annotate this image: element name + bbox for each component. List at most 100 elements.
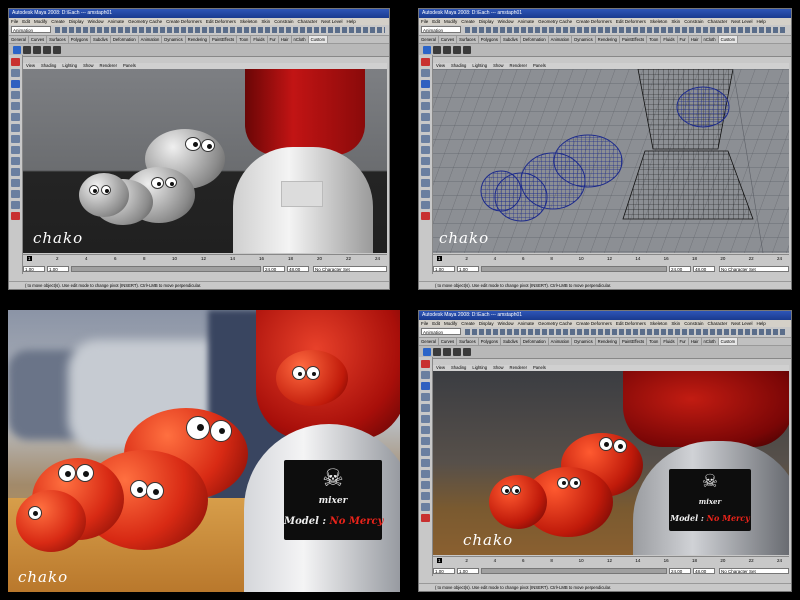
mode-select[interactable]: Animation [421,26,461,33]
menu-help[interactable]: Help [756,321,765,326]
shelf-tab-custom[interactable]: Custom [718,36,739,43]
shelf-tab-fur[interactable]: Fur [268,36,279,43]
object-icon[interactable] [433,46,441,54]
shelf-tab-custom[interactable]: Custom [308,36,329,43]
menu-constrain[interactable]: Constrain [684,19,703,24]
shelf-tab-subdivs[interactable]: Subdivs [91,36,111,43]
panel-menu-renderer[interactable]: Renderer [100,63,117,68]
move-tool-icon[interactable] [421,382,430,390]
menu-modify[interactable]: Modify [444,321,457,326]
menu-display[interactable]: Display [479,321,494,326]
manipulator-icon[interactable] [11,113,20,121]
shelf-tab-toon[interactable]: Toon [647,338,662,345]
layout-icon[interactable] [421,448,430,456]
range-start-inner-field[interactable]: 1.00 [47,266,69,272]
shelf-tab-polygons[interactable]: Polygons [69,36,91,43]
menu-character[interactable]: Character [707,321,727,326]
panel-menu-panels[interactable]: Panels [533,63,546,68]
character-set-select[interactable]: No Character Set [313,266,387,272]
panel-menu-show[interactable]: Show [83,63,93,68]
menu-next-level[interactable]: Next Level [731,19,752,24]
shelf-tab-dynamics[interactable]: Dynamics [572,36,596,43]
menu-geometry-cache[interactable]: Geometry Cache [538,19,572,24]
menu-modify[interactable]: Modify [444,19,457,24]
time-ticks[interactable]: 1 2 4 6 8 10 12 14 16 18 20 22 24 [433,557,789,566]
range-bar[interactable] [481,266,667,272]
viewport[interactable]: View Shading Lighting Show Renderer Panels ☠ … [433,365,789,555]
shelf-tabs[interactable]: General Curves Surfaces Polygons Subdivs Defo… [419,338,791,346]
range-slider[interactable]: 1.00 1.00 24.00 48.00 No Character Set [433,265,789,273]
render-icon[interactable] [421,514,430,522]
range-start-field[interactable]: 1.00 [23,266,45,272]
menu-skeleton[interactable]: Skeleton [650,321,668,326]
shelf-tab-painteffects[interactable]: PaintEffects [620,36,648,43]
panel-menu-view[interactable]: View [26,63,35,68]
lasso-tool-icon[interactable] [11,69,20,77]
menu-create[interactable]: Create [461,321,475,326]
menu-create-deformers[interactable]: Create Deformers [576,321,612,326]
manipulator-icon[interactable] [421,113,430,121]
range-bar[interactable] [481,568,667,574]
menu-file[interactable]: File [11,19,18,24]
object-icon[interactable] [453,348,461,356]
shelf-tab-deformation[interactable]: Deformation [111,36,139,43]
time-ticks[interactable]: 1 2 4 6 8 10 12 14 16 18 20 22 24 [433,255,789,264]
shelf-tab-hair[interactable]: Hair [689,338,702,345]
shelf-tabs[interactable]: General Curves Surfaces Polygons Subdivs Defo… [419,36,791,44]
shelf-tab-dynamics[interactable]: Dynamics [162,36,186,43]
select-tool-icon[interactable] [421,58,430,66]
object-icon[interactable] [433,348,441,356]
menu-edit-deformers[interactable]: Edit Deformers [616,321,646,326]
layout-icon[interactable] [421,503,430,511]
panel-menu-shading[interactable]: Shading [451,365,466,370]
object-icon[interactable] [33,46,41,54]
range-end-field[interactable]: 48.00 [693,568,715,574]
object-icon[interactable] [453,46,461,54]
layout-icon[interactable] [421,179,430,187]
menu-skin[interactable]: Skin [671,19,680,24]
status-icons[interactable] [55,27,385,33]
shelf-tab-fur[interactable]: Fur [678,338,689,345]
status-icons[interactable] [465,329,787,335]
character-set-select[interactable]: No Character Set [719,266,789,272]
menu-edit[interactable]: Edit [432,321,440,326]
shelf-tab-rendering[interactable]: Rendering [596,338,620,345]
layout-icon[interactable] [11,190,20,198]
layout-icon[interactable] [11,157,20,165]
layout-icon[interactable] [11,146,20,154]
layout-icon[interactable] [421,157,430,165]
menu-edit[interactable]: Edit [22,19,30,24]
panel-menu-panels[interactable]: Panels [123,63,136,68]
toolbox[interactable] [419,357,433,576]
lasso-tool-icon[interactable] [421,69,430,77]
menu-edit-deformers[interactable]: Edit Deformers [206,19,236,24]
menu-create-deformers[interactable]: Create Deformers [576,19,612,24]
shelf-tab-polygons[interactable]: Polygons [479,338,501,345]
rotate-tool-icon[interactable] [421,393,430,401]
range-start-inner-field[interactable]: 1.00 [457,266,479,272]
render-icon[interactable] [421,212,430,220]
main-menubar[interactable]: File Edit Modify Create Display Window Animate… [419,320,791,327]
shelf-icons[interactable] [419,346,791,359]
panel-menu-show[interactable]: Show [493,365,503,370]
menu-skin[interactable]: Skin [261,19,270,24]
mode-select[interactable]: Animation [421,328,461,335]
shelf-icons[interactable] [9,44,389,57]
scale-tool-icon[interactable] [421,404,430,412]
shelf-tab-surfaces[interactable]: Surfaces [457,338,479,345]
menu-next-level[interactable]: Next Level [731,321,752,326]
shelf-tab-toon[interactable]: Toon [647,36,662,43]
render-icon[interactable] [11,212,20,220]
move-tool-icon[interactable] [423,348,431,356]
main-menubar[interactable]: File Edit Modify Create Display Window Animate… [9,18,389,25]
object-icon[interactable] [443,348,451,356]
shelf-tab-painteffects[interactable]: PaintEffects [620,338,648,345]
panel-menu-panels[interactable]: Panels [533,365,546,370]
menu-animate[interactable]: Animate [518,321,535,326]
shelf-tab-custom[interactable]: Custom [718,338,739,345]
rotate-tool-icon[interactable] [421,91,430,99]
layout-icon[interactable] [11,201,20,209]
character-set-select[interactable]: No Character Set [719,568,789,574]
range-slider[interactable]: 1.00 1.00 24.00 48.00 No Character Set [433,567,789,575]
range-end-inner-field[interactable]: 24.00 [263,266,285,272]
